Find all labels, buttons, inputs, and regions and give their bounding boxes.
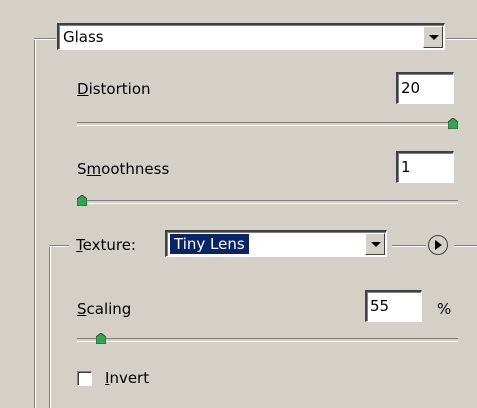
smoothness-slider-track[interactable]: [77, 200, 458, 204]
outer-frame-top-right: [446, 38, 477, 39]
slider-thumb-icon[interactable]: [448, 118, 458, 129]
texture-select[interactable]: Tiny Lens: [165, 230, 387, 257]
scaling-slider-track[interactable]: [77, 338, 458, 342]
texture-label: Texture:: [76, 236, 140, 254]
slider-thumb-icon[interactable]: [95, 333, 106, 344]
chevron-down-icon[interactable]: [423, 26, 443, 48]
scaling-label: Scaling: [77, 300, 132, 318]
invert-label: Invert: [105, 369, 150, 387]
scaling-input[interactable]: 55: [365, 290, 422, 322]
texture-frame-top-right: [454, 245, 477, 246]
texture-frame-top-mid: [392, 245, 426, 246]
smoothness-label: Smoothness: [77, 160, 170, 178]
outer-frame-top-left: [34, 38, 56, 39]
play-circle-icon[interactable]: [428, 235, 448, 255]
filter-select-value: Glass: [63, 28, 104, 46]
texture-select-value: Tiny Lens: [170, 234, 249, 254]
smoothness-input[interactable]: 1: [396, 151, 454, 183]
texture-frame-left: [49, 245, 50, 408]
invert-checkbox[interactable]: [77, 371, 92, 386]
filter-select[interactable]: Glass: [57, 23, 445, 50]
texture-frame-top-left: [49, 245, 69, 246]
chevron-down-icon[interactable]: [365, 233, 385, 255]
outer-frame-left: [34, 38, 35, 408]
scaling-unit-label: %: [437, 300, 452, 318]
distortion-slider-track[interactable]: [77, 122, 458, 126]
distortion-input[interactable]: 20: [396, 72, 454, 104]
distortion-label: Distortion: [77, 80, 151, 98]
slider-thumb-icon[interactable]: [77, 195, 87, 206]
